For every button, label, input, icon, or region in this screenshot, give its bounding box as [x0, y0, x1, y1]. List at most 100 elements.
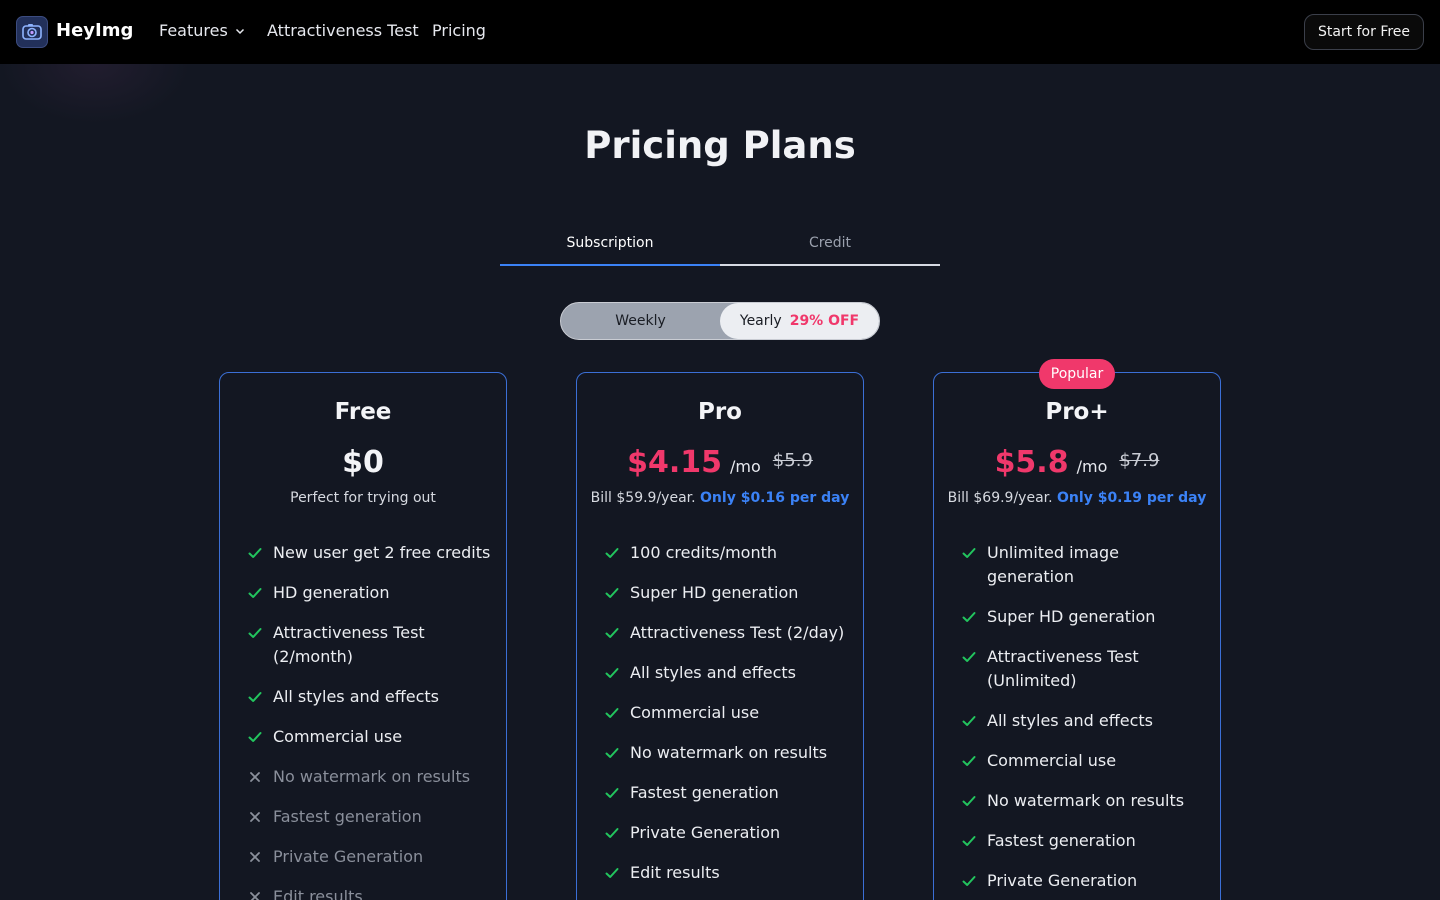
check-icon	[604, 741, 620, 765]
x-icon	[247, 765, 263, 789]
original-price: $5.9	[772, 450, 813, 471]
plan-type-tabs: Subscription Credit	[500, 222, 940, 266]
billing-info: Bill $59.9/year. Only $0.16 per day	[577, 490, 863, 506]
logo-camera-icon[interactable]	[16, 16, 48, 48]
feature-text: No watermark on results	[630, 743, 828, 762]
feature-item: Commercial use	[961, 749, 1206, 773]
nav-attractiveness-test[interactable]: Attractiveness Test	[267, 21, 419, 40]
feature-text: Commercial use	[630, 703, 760, 722]
feature-item: All styles and effects	[247, 685, 492, 709]
feature-text: Commercial use	[273, 727, 403, 746]
feature-list: New user get 2 free credits HD generation…	[247, 541, 492, 900]
feature-text: Attractiveness Test (Unlimited)	[987, 647, 1139, 690]
plan-price: $4.15	[627, 445, 723, 480]
feature-item: New user get 2 free credits	[247, 541, 492, 565]
price-row: $5.8 /mo $7.9	[934, 445, 1220, 480]
feature-item: 100 credits/month	[604, 541, 849, 565]
feature-item: Fastest generation	[961, 829, 1206, 853]
feature-list: 100 credits/month Super HD generation Attr…	[604, 541, 849, 900]
plan-name: Pro+	[1045, 399, 1109, 425]
feature-text: No watermark on results	[273, 767, 471, 786]
feature-text: Private Generation	[987, 871, 1138, 890]
feature-item: No watermark on results	[961, 789, 1206, 813]
check-icon	[604, 581, 620, 605]
check-icon	[247, 725, 263, 749]
bill-amount: Bill $59.9/year.	[590, 490, 696, 506]
plan-card-proplus: Pro+ $5.8 /mo $7.9 Bill $69.9/year. Only…	[933, 372, 1221, 900]
price-row: $0	[220, 445, 506, 480]
feature-item: Private Generation	[604, 821, 849, 845]
plan-name: Pro	[697, 399, 742, 425]
feature-item: Fastest generation	[247, 805, 492, 829]
chevron-down-icon	[234, 25, 246, 37]
page-title: Pricing Plans	[584, 124, 856, 167]
nav-features[interactable]: Features	[159, 21, 246, 40]
feature-item: Attractiveness Test (2/month)	[247, 621, 492, 669]
feature-item: Edit results	[604, 861, 849, 885]
check-icon	[604, 861, 620, 885]
popular-badge: Popular	[1039, 359, 1115, 389]
brand-name[interactable]: HeyImg	[56, 20, 133, 41]
background-glow	[0, 64, 190, 124]
feature-text: Edit results	[273, 887, 363, 900]
feature-item: Commercial use	[247, 725, 492, 749]
check-icon	[247, 685, 263, 709]
feature-text: All styles and effects	[630, 663, 797, 682]
feature-text: Unlimited image generation	[987, 543, 1119, 586]
feature-text: Super HD generation	[987, 607, 1156, 626]
check-icon	[247, 541, 263, 565]
check-icon	[247, 581, 263, 605]
x-icon	[247, 845, 263, 869]
feature-text: 100 credits/month	[630, 543, 778, 562]
check-icon	[604, 701, 620, 725]
feature-item: Commercial use	[604, 701, 849, 725]
feature-text: Super HD generation	[630, 583, 799, 602]
feature-item: Super HD generation	[961, 605, 1206, 629]
top-navigation-bar: HeyImg Features Attractiveness Test Pric…	[0, 0, 1440, 64]
nav-pricing[interactable]: Pricing	[432, 21, 486, 40]
feature-list: Unlimited image generation Super HD gener…	[961, 541, 1206, 900]
feature-item: Attractiveness Test (2/day)	[604, 621, 849, 645]
feature-text: Attractiveness Test (2/day)	[630, 623, 845, 642]
feature-item: No watermark on results	[604, 741, 849, 765]
feature-item: All styles and effects	[961, 709, 1206, 733]
feature-item: Attractiveness Test (Unlimited)	[961, 645, 1206, 693]
plan-subtitle: Perfect for trying out	[290, 490, 436, 506]
tab-credit[interactable]: Credit	[720, 222, 940, 266]
discount-badge: 29% OFF	[789, 313, 860, 329]
plan-card-free: Free $0 Perfect for trying out New user …	[219, 372, 507, 900]
start-for-free-button[interactable]: Start for Free	[1304, 14, 1424, 50]
check-icon	[961, 869, 977, 893]
tab-subscription[interactable]: Subscription	[500, 222, 720, 266]
feature-text: Fastest generation	[630, 783, 779, 802]
feature-text: New user get 2 free credits	[273, 543, 491, 562]
check-icon	[961, 789, 977, 813]
check-icon	[247, 621, 263, 645]
check-icon	[604, 621, 620, 645]
x-icon	[247, 805, 263, 829]
feature-text: All styles and effects	[273, 687, 440, 706]
feature-item: All styles and effects	[604, 661, 849, 685]
original-price: $7.9	[1119, 450, 1160, 471]
check-icon	[961, 709, 977, 733]
x-icon	[247, 885, 263, 900]
check-icon	[961, 541, 977, 565]
price-period: /mo	[1076, 457, 1108, 476]
feature-text: Commercial use	[987, 751, 1117, 770]
toggle-weekly[interactable]: Weekly	[561, 303, 720, 339]
toggle-yearly[interactable]: Yearly 29% OFF	[720, 303, 879, 339]
nav-features-label: Features	[159, 21, 228, 40]
per-day-highlight: Only $0.19 per day	[1057, 490, 1207, 506]
feature-item: Unlimited image generation	[961, 541, 1206, 589]
check-icon	[961, 749, 977, 773]
price-period: /mo	[730, 457, 761, 476]
plan-price: $0	[342, 445, 384, 480]
plan-price: $5.8	[994, 445, 1069, 480]
feature-text: Private Generation	[273, 847, 424, 866]
billing-info: Bill $69.9/year. Only $0.19 per day	[934, 490, 1220, 506]
feature-text: Fastest generation	[987, 831, 1136, 850]
toggle-yearly-label: Yearly	[739, 313, 782, 329]
per-day-highlight: Only $0.16 per day	[700, 490, 850, 506]
feature-text: All styles and effects	[987, 711, 1154, 730]
feature-item: Edit results	[247, 885, 492, 900]
